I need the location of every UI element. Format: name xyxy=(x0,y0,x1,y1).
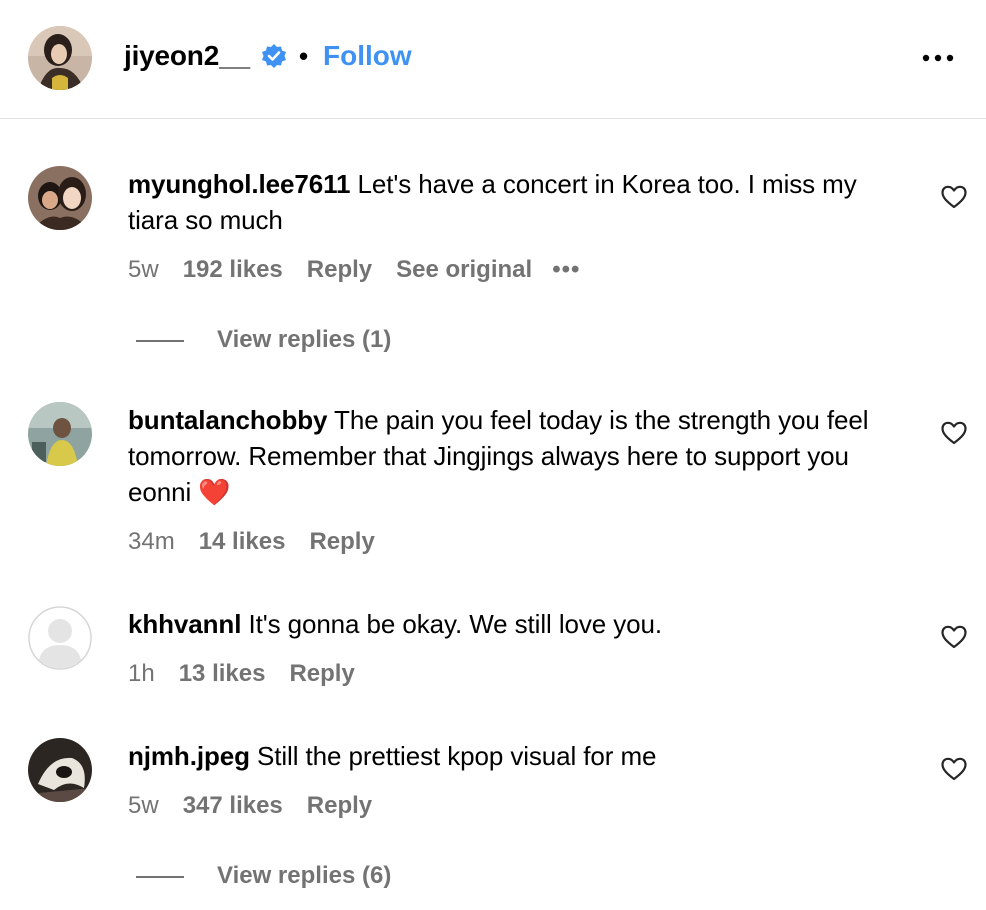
comment-time: 5w xyxy=(128,792,159,819)
comment-username[interactable]: buntalanchobby xyxy=(128,405,327,435)
avatar[interactable] xyxy=(28,26,92,90)
comment-meta: 34m 14 likes Reply xyxy=(128,527,399,557)
like-heart-icon[interactable] xyxy=(940,184,968,210)
comment-content: Still the prettiest kpop visual for me xyxy=(257,741,657,771)
post-header: jiyeon2__ • Follow xyxy=(0,0,986,119)
comment-more-icon[interactable]: ••• xyxy=(552,255,580,285)
verified-badge-icon xyxy=(261,43,287,69)
avatar[interactable] xyxy=(28,402,92,466)
reply-button[interactable]: Reply xyxy=(307,791,372,821)
comment-text: khhvannl It's gonna be okay. We still lo… xyxy=(128,606,908,642)
more-options-icon[interactable] xyxy=(920,48,956,68)
view-replies-label[interactable]: View replies (6) xyxy=(217,861,391,891)
likes-count[interactable]: 13 likes xyxy=(179,659,266,689)
likes-count[interactable]: 192 likes xyxy=(183,255,283,285)
likes-count[interactable]: 347 likes xyxy=(183,791,283,821)
comment-username[interactable]: khhvannl xyxy=(128,609,241,639)
separator-dot: • xyxy=(299,41,309,71)
like-heart-icon[interactable] xyxy=(940,420,968,446)
likes-count[interactable]: 14 likes xyxy=(199,527,286,557)
avatar[interactable] xyxy=(28,738,92,802)
comment-time: 1h xyxy=(128,660,155,687)
like-heart-icon[interactable] xyxy=(940,624,968,650)
avatar[interactable] xyxy=(28,606,92,670)
comment-content: It's gonna be okay. We still love you. xyxy=(248,609,663,639)
comment-text: njmh.jpeg Still the prettiest kpop visua… xyxy=(128,738,908,774)
like-heart-icon[interactable] xyxy=(940,756,968,782)
avatar[interactable] xyxy=(28,166,92,230)
replies-divider-line xyxy=(136,340,184,342)
replies-divider-line xyxy=(136,876,184,878)
comment-meta: 1h 13 likes Reply xyxy=(128,659,379,689)
post-author-username[interactable]: jiyeon2__ xyxy=(124,38,250,74)
reply-button[interactable]: Reply xyxy=(289,659,354,689)
reply-button[interactable]: Reply xyxy=(309,527,374,557)
comment-meta: 5w 192 likes Reply See original ••• xyxy=(128,255,580,285)
comment-meta: 5w 347 likes Reply xyxy=(128,791,396,821)
comment-username[interactable]: njmh.jpeg xyxy=(128,741,250,771)
comment-time: 34m xyxy=(128,528,175,555)
see-original-button[interactable]: See original xyxy=(396,255,532,285)
view-replies-label[interactable]: View replies (1) xyxy=(217,325,391,355)
reply-button[interactable]: Reply xyxy=(307,255,372,285)
comment-time: 5w xyxy=(128,256,159,283)
comment-text: buntalanchobby The pain you feel today i… xyxy=(128,402,908,510)
comment-username[interactable]: myunghol.lee7611 xyxy=(128,169,350,199)
follow-button[interactable]: Follow xyxy=(323,38,412,74)
comment-text: myunghol.lee7611 Let's have a concert in… xyxy=(128,166,908,238)
